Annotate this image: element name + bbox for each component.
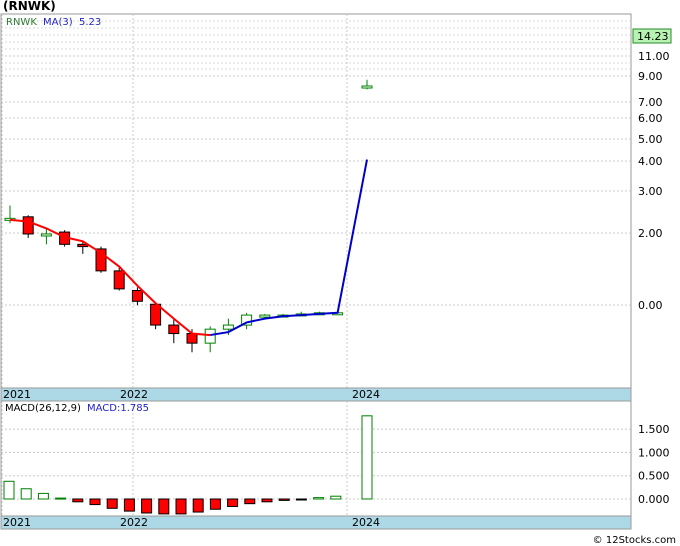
candle-body bbox=[361, 85, 373, 89]
macd-bar bbox=[89, 498, 101, 506]
price-y-tick-label: 6.00 bbox=[638, 112, 663, 125]
macd-y-tick-label: 0.000 bbox=[638, 493, 670, 506]
price-y-tick-label: 4.00 bbox=[638, 155, 663, 168]
price-y-tick-label: 7.00 bbox=[638, 96, 663, 109]
macd-bar bbox=[55, 497, 67, 500]
year-tick-label: 2024 bbox=[352, 516, 380, 529]
macd-bar bbox=[158, 498, 170, 515]
macd-bar bbox=[261, 498, 273, 503]
price-y-tick-label: 5.00 bbox=[638, 133, 663, 146]
macd-date-strip bbox=[0, 515, 632, 530]
candle-body bbox=[131, 290, 143, 302]
macd-y-axis: 1.500 1.000 0.500 0.000 bbox=[638, 423, 670, 506]
year-tick-label: 2022 bbox=[120, 388, 148, 401]
macd-y-tick-label: 0.500 bbox=[638, 470, 670, 483]
footer-credit: © 12Stocks.com bbox=[592, 535, 676, 546]
macd-bar bbox=[106, 498, 118, 509]
macd-label: MACD(26,12,9) bbox=[5, 403, 81, 414]
candle-body bbox=[168, 324, 180, 335]
candle-body bbox=[259, 314, 271, 318]
macd-bar bbox=[141, 498, 153, 514]
macd-bar bbox=[295, 498, 307, 501]
price-y-tick-label: 11.00 bbox=[638, 50, 670, 63]
macd-bar bbox=[278, 498, 290, 501]
ticker-label: RNWK bbox=[6, 17, 37, 28]
macd-bar bbox=[244, 498, 256, 505]
candle-body bbox=[204, 328, 216, 344]
macd-bar bbox=[20, 488, 32, 500]
candle-body bbox=[22, 216, 34, 235]
price-y-tick-label: 9.00 bbox=[638, 70, 663, 83]
price-panel bbox=[0, 13, 632, 389]
macd-bar bbox=[175, 498, 187, 515]
candle-body bbox=[222, 324, 234, 330]
price-y-tick-label: 3.00 bbox=[638, 185, 663, 198]
price-date-strip bbox=[0, 387, 632, 402]
macd-bar bbox=[3, 480, 15, 500]
stock-chart: 11.00 9.00 7.00 6.00 5.00 4.00 3.00 2.00 0.00 RN… bbox=[0, 13, 672, 530]
ma-value: 5.23 bbox=[79, 17, 101, 28]
price-y-tick-label: 0.00 bbox=[638, 299, 663, 312]
ma-label: MA(3) bbox=[43, 17, 73, 28]
macd-bar bbox=[192, 498, 204, 513]
price-y-axis: 11.00 9.00 7.00 6.00 5.00 4.00 3.00 2.00 0.00 bbox=[638, 50, 670, 312]
macd-bar bbox=[37, 492, 49, 500]
year-tick-label: 2021 bbox=[3, 388, 31, 401]
year-tick-label: 2024 bbox=[352, 388, 380, 401]
macd-bar bbox=[209, 498, 221, 510]
macd-bar bbox=[330, 495, 342, 500]
year-tick-label: 2022 bbox=[120, 516, 148, 529]
macd-value: MACD:1.785 bbox=[87, 403, 149, 414]
candle-body bbox=[186, 333, 198, 344]
macd-bar bbox=[123, 498, 135, 512]
price-y-tick-label: 2.00 bbox=[638, 227, 663, 240]
year-tick-label: 2021 bbox=[3, 516, 31, 529]
candle-body bbox=[40, 233, 52, 237]
macd-y-tick-label: 1.500 bbox=[638, 423, 670, 436]
macd-bar bbox=[313, 497, 325, 500]
macd-bar bbox=[227, 498, 239, 507]
last-price-label: 14.23 bbox=[637, 30, 669, 43]
macd-y-tick-label: 1.000 bbox=[638, 446, 670, 459]
macd-bar bbox=[361, 415, 373, 500]
macd-bar bbox=[72, 498, 84, 503]
candle-body bbox=[113, 270, 125, 290]
